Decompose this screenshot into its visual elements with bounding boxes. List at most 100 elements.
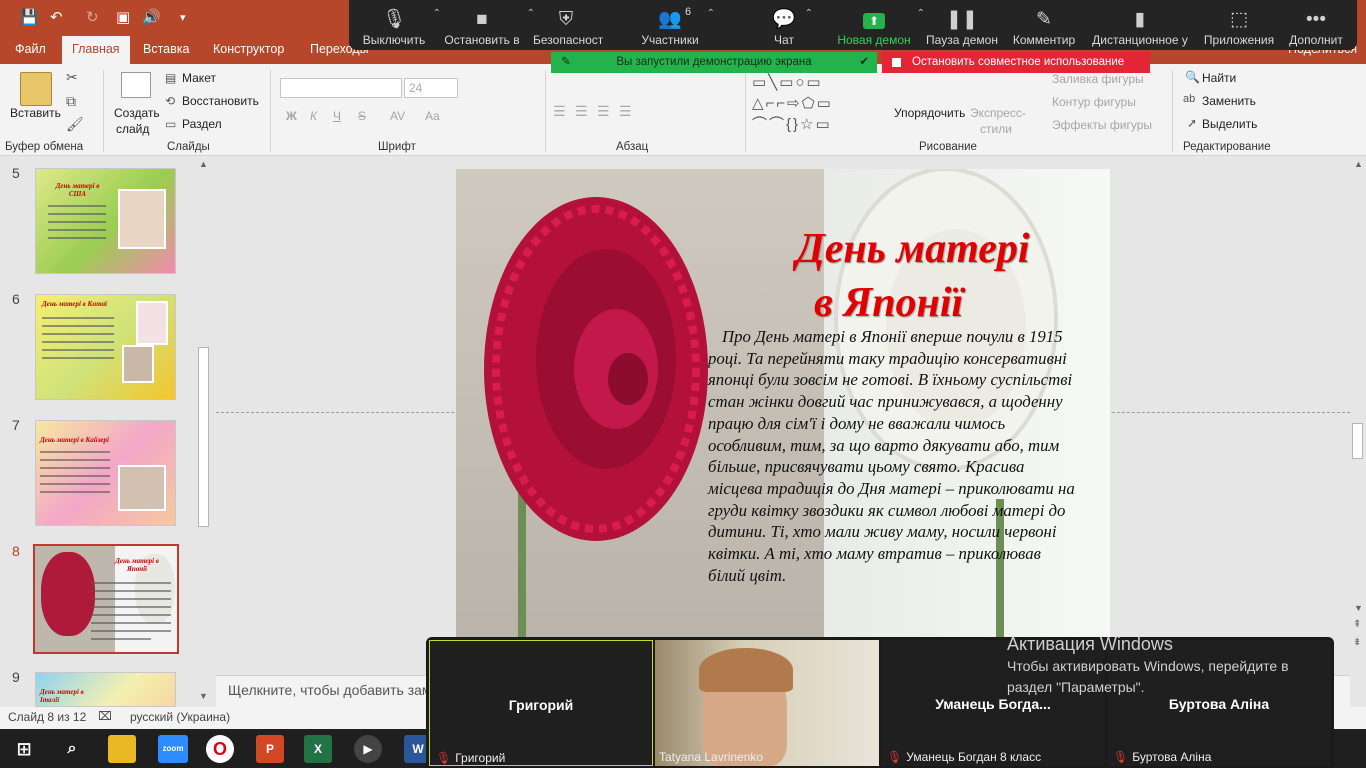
stop-share-button[interactable]: Остановить совместное использование	[882, 52, 1150, 73]
apps-button[interactable]: ⬚ Приложения	[1203, 6, 1275, 47]
zoom-icon[interactable]: zoom	[158, 735, 188, 763]
select-button[interactable]: Выделить	[1202, 117, 1257, 131]
slideshow-icon[interactable]: ▣	[116, 8, 130, 26]
thumb-title: День матері в США	[55, 182, 100, 198]
tab-home[interactable]: Главная	[62, 36, 130, 64]
slide-title-line2[interactable]: в Японії	[814, 279, 963, 327]
shapes-gallery[interactable]: ▭╲▭○▭ △⌐⌐⇨⬠▭ ⌒⌒{}☆▭	[752, 72, 888, 136]
scroll-up-icon[interactable]: ▲	[199, 159, 208, 169]
spacing-button[interactable]: AV	[390, 109, 405, 123]
layout-button[interactable]: Макет	[182, 71, 216, 85]
arrange-button[interactable]: Упорядочить	[894, 106, 965, 120]
format-painter-icon[interactable]: 🖌	[66, 117, 84, 131]
thumb-number-selected: 8	[12, 543, 20, 559]
sharing-banner: ✎ Вы запустили демонстрацию экрана ✔	[551, 52, 877, 73]
previous-slide-icon[interactable]: ⇞	[1353, 619, 1361, 630]
canvas-scrollbar[interactable]: ▲ ▼ ⇞ ⇟	[1350, 157, 1366, 707]
tab-insert[interactable]: Вставка	[143, 42, 189, 56]
shape-fill-button[interactable]: Заливка фигуры	[1052, 72, 1144, 86]
powerpoint-icon[interactable]: P	[256, 735, 284, 763]
align-right-icon[interactable]: ☰	[597, 104, 610, 118]
thumb-number: 6	[12, 291, 20, 307]
remote-control-button[interactable]: ▮ Дистанционное у	[1091, 6, 1189, 47]
stop-video-button[interactable]: ■ Остановить в ⌃	[443, 6, 535, 47]
copy-icon[interactable]: ⧉	[66, 94, 76, 108]
current-slide[interactable]: День матері в Японії Про День матері в Я…	[456, 169, 1110, 649]
divider	[1172, 70, 1173, 152]
align-center-icon[interactable]: ☰	[575, 104, 588, 118]
italic-button[interactable]: К	[310, 109, 317, 123]
chat-button[interactable]: 💬 Чат ⌃	[769, 6, 813, 47]
tab-design[interactable]: Конструктор	[213, 42, 284, 56]
save-icon[interactable]: 💾	[20, 8, 39, 26]
font-size-select[interactable]: 24	[404, 78, 458, 98]
thumb-slide-5[interactable]: День матері в США	[35, 168, 176, 274]
security-button[interactable]: ⛨ Безопасност	[533, 6, 603, 47]
thumb-title: День матері в Китаї	[42, 300, 108, 308]
windows-start-icon[interactable]: ⊞	[10, 735, 38, 763]
slide-title-line1[interactable]: День матері	[796, 225, 1030, 273]
next-slide-icon[interactable]: ⇟	[1353, 637, 1361, 648]
language-indicator[interactable]: русский (Украина)	[130, 710, 230, 724]
justify-icon[interactable]: ☰	[619, 104, 632, 118]
thumb-slide-8[interactable]: День матері в Японії	[33, 544, 179, 654]
opera-icon[interactable]: O	[206, 735, 234, 763]
new-slide-button-line2[interactable]: слайд	[116, 122, 149, 136]
file-explorer-icon[interactable]	[108, 735, 136, 763]
excel-icon[interactable]: X	[304, 735, 332, 763]
thumb-slide-6[interactable]: День матері в Китаї	[35, 294, 176, 400]
quick-styles-button[interactable]: Экспресс-	[970, 106, 1026, 120]
participants-button[interactable]: 👥 Участники 6 ⌃	[639, 6, 715, 47]
redo-icon[interactable]: ↻	[86, 8, 99, 26]
new-slide-icon[interactable]	[121, 72, 151, 98]
cut-icon[interactable]: ✂	[66, 70, 78, 84]
shape-effects-button[interactable]: Эффекты фигуры	[1052, 118, 1152, 132]
reset-button[interactable]: Восстановить	[182, 94, 259, 108]
thumbnail-scrollbar[interactable]: ▲ ▼	[196, 157, 212, 707]
bold-button[interactable]: Ж	[286, 109, 297, 123]
more-button[interactable]: ••• Дополнит	[1287, 6, 1345, 47]
font-name-select[interactable]	[280, 78, 402, 98]
ribbon: Вставить ✂ ⧉ 🖌 Буфер обмена Создать слай…	[0, 64, 1366, 156]
align-left-icon[interactable]: ☰	[553, 104, 566, 118]
zoom-meeting-toolbar: 🎙 Выключить ⌃ ■ Остановить в ⌃ ⛨ Безопасност …	[349, 0, 1357, 50]
media-player-icon[interactable]: ▶	[354, 735, 382, 763]
pause-share-button[interactable]: ❚❚ Пауза демон	[925, 6, 999, 47]
underline-button[interactable]: Ч	[333, 109, 341, 123]
scroll-down-icon[interactable]: ▼	[1354, 603, 1363, 613]
scroll-down-icon[interactable]: ▼	[199, 691, 208, 701]
search-icon: 🔍	[1185, 70, 1200, 84]
spellcheck-icon[interactable]: ⌧	[98, 709, 112, 723]
apps-icon: ⬚	[1230, 9, 1248, 30]
volume-icon[interactable]: 🔊	[142, 8, 161, 26]
pin-icon[interactable]: ✎	[561, 52, 571, 73]
new-share-button[interactable]: ⬆ Новая демон ⌃	[837, 6, 925, 47]
video-tile-tatyana[interactable]: Tatyana Lavrinenko	[655, 640, 879, 766]
strike-button[interactable]: S	[358, 109, 366, 123]
scroll-up-icon[interactable]: ▲	[1354, 159, 1363, 169]
thumb-slide-7[interactable]: День матері в Кайзері	[35, 420, 176, 526]
video-tile-grigoriy[interactable]: Григорий 🎙 Григорий	[429, 640, 653, 766]
shape-outline-button[interactable]: Контур фигуры	[1052, 95, 1136, 109]
microphone-icon: 🎙	[381, 9, 407, 30]
change-case-button[interactable]: Aa	[425, 109, 440, 123]
replace-button[interactable]: Заменить	[1202, 94, 1256, 108]
paste-button[interactable]: Вставить	[10, 106, 61, 120]
divider	[745, 70, 746, 152]
scroll-thumb[interactable]	[198, 347, 209, 527]
thumb-title: День матері в Італії	[40, 688, 84, 704]
annotate-button[interactable]: ✎ Комментир	[1011, 6, 1077, 47]
tab-file[interactable]: Файл	[15, 42, 46, 56]
customize-icon[interactable]: ▾	[180, 11, 186, 24]
paste-icon[interactable]	[20, 72, 52, 106]
slide-body-text[interactable]: Про День матері в Японії вперше почули в…	[708, 326, 1080, 586]
undo-icon[interactable]: ↶	[50, 8, 63, 26]
thumb-slide-9[interactable]: День матері в Італії	[35, 672, 176, 707]
section-icon: ▭	[165, 117, 177, 131]
find-button[interactable]: Найти	[1202, 71, 1236, 85]
new-slide-button[interactable]: Создать	[114, 106, 160, 120]
scroll-thumb[interactable]	[1352, 423, 1363, 459]
mute-button[interactable]: 🎙 Выключить ⌃	[361, 6, 441, 47]
section-button[interactable]: Раздел	[182, 117, 222, 131]
search-icon[interactable]: ⌕	[58, 735, 86, 763]
